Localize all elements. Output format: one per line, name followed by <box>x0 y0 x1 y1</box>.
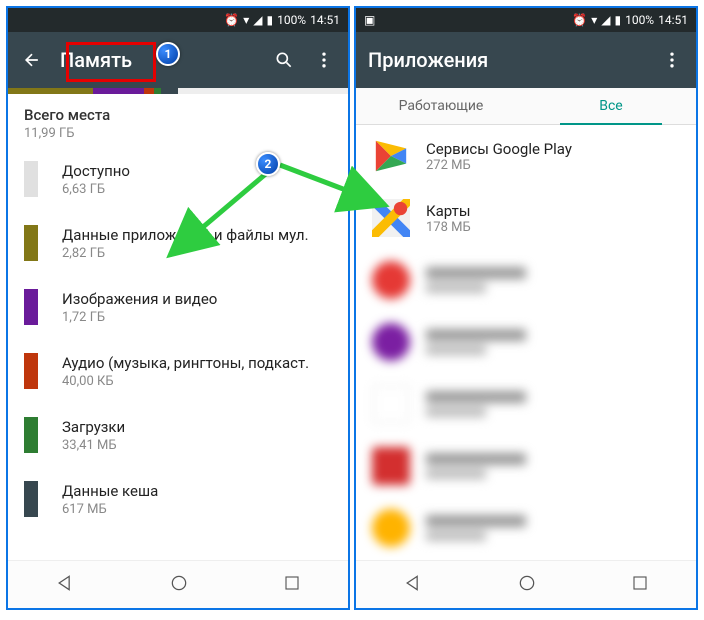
battery-percent: 100% <box>625 13 654 27</box>
nav-recent-button[interactable] <box>631 574 649 596</box>
play-services-icon <box>372 137 410 175</box>
item-value: 33,41 МБ <box>62 438 332 453</box>
list-item[interactable]: Изображения и видео 1,72 ГБ <box>8 275 348 339</box>
list-item[interactable]: Аудио (музыка, рингтоны, подкаст. 40,00 К… <box>8 339 348 403</box>
storage-list: Всего места 11,99 ГБ Доступно 6,63 ГБ Дан… <box>8 94 348 566</box>
screenshot-icon: ▣ <box>364 13 375 27</box>
back-button[interactable] <box>20 48 44 72</box>
list-item[interactable]: Данные кеша 617 МБ <box>8 467 348 531</box>
app-list: Сервисы Google Play272 МБ Карты178 МБ <box>356 125 696 557</box>
app-label: Сервисы Google Play <box>426 140 572 158</box>
nav-home-button[interactable] <box>169 573 189 597</box>
list-item[interactable]: Загрузки 33,41 МБ <box>8 403 348 467</box>
app-bar: Приложения <box>356 32 696 88</box>
color-chip <box>24 417 38 453</box>
battery-percent: 100% <box>277 13 306 27</box>
annotation-marker-1: 1 <box>156 42 180 66</box>
status-bar: ▣ ⏰ ▾ ◢ ▮ 100% 14:51 <box>356 8 696 32</box>
screen-title: Приложения <box>368 48 644 72</box>
overflow-menu-button[interactable] <box>312 48 336 72</box>
app-row-blurred <box>356 435 696 497</box>
tab-all[interactable]: Все <box>526 88 696 124</box>
item-label: Загрузки <box>62 418 332 436</box>
battery-icon: ▮ <box>614 13 621 27</box>
nav-home-button[interactable] <box>517 573 537 597</box>
total-value: 11,99 ГБ <box>24 126 332 141</box>
signal-icon: ◢ <box>601 13 610 27</box>
phone-storage-screen: ⏰ ▾ ◢ ▮ 100% 14:51 Память Всего места 11… <box>6 6 350 610</box>
color-chip <box>24 481 38 517</box>
total-label: Всего места <box>24 106 332 124</box>
app-row[interactable]: Карты178 МБ <box>356 187 696 249</box>
signal-icon: ◢ <box>253 13 262 27</box>
clock: 14:51 <box>658 13 688 27</box>
alarm-icon: ⏰ <box>572 13 587 27</box>
app-row-blurred <box>356 249 696 311</box>
color-chip <box>24 161 38 197</box>
item-label: Данные кеша <box>62 482 332 500</box>
nav-back-button[interactable] <box>55 573 75 597</box>
app-row[interactable]: Сервисы Google Play272 МБ <box>356 125 696 187</box>
app-row-blurred <box>356 373 696 435</box>
item-label: Доступно <box>62 162 332 180</box>
wifi-icon: ▾ <box>591 13 597 27</box>
tab-running[interactable]: Работающие <box>356 88 526 124</box>
item-label: Изображения и видео <box>62 290 332 308</box>
phone-apps-screen: ▣ ⏰ ▾ ◢ ▮ 100% 14:51 Приложения Работающ… <box>354 6 698 610</box>
wifi-icon: ▾ <box>243 13 249 27</box>
annotation-marker-2: 2 <box>256 152 280 176</box>
search-button[interactable] <box>272 48 296 72</box>
tab-bar: Работающие Все <box>356 88 696 125</box>
app-row-blurred <box>356 311 696 373</box>
item-value: 6,63 ГБ <box>62 182 332 197</box>
app-label: Карты <box>426 202 471 220</box>
item-value: 617 МБ <box>62 502 332 517</box>
color-chip <box>24 289 38 325</box>
color-chip <box>24 225 38 261</box>
alarm-icon: ⏰ <box>224 13 239 27</box>
item-label: Данные приложений и файлы мул. <box>62 226 332 244</box>
nav-bar <box>356 560 696 608</box>
clock: 14:51 <box>310 13 340 27</box>
nav-back-button[interactable] <box>403 573 423 597</box>
nav-recent-button[interactable] <box>283 574 301 596</box>
item-value: 40,00 КБ <box>62 374 332 389</box>
item-value: 2,82 ГБ <box>62 246 332 261</box>
list-item[interactable]: Данные приложений и файлы мул. 2,82 ГБ <box>8 211 348 275</box>
item-label: Аудио (музыка, рингтоны, подкаст. <box>62 354 332 372</box>
status-bar: ⏰ ▾ ◢ ▮ 100% 14:51 <box>8 8 348 32</box>
battery-icon: ▮ <box>266 13 273 27</box>
maps-icon <box>372 199 410 237</box>
nav-bar <box>8 560 348 608</box>
color-chip <box>24 353 38 389</box>
list-item[interactable]: Доступно 6,63 ГБ <box>8 147 348 211</box>
app-size: 272 МБ <box>426 158 572 173</box>
app-row-blurred <box>356 497 696 557</box>
item-value: 1,72 ГБ <box>62 310 332 325</box>
app-size: 178 МБ <box>426 220 471 235</box>
overflow-menu-button[interactable] <box>660 48 684 72</box>
total-space: Всего места 11,99 ГБ <box>8 94 348 147</box>
